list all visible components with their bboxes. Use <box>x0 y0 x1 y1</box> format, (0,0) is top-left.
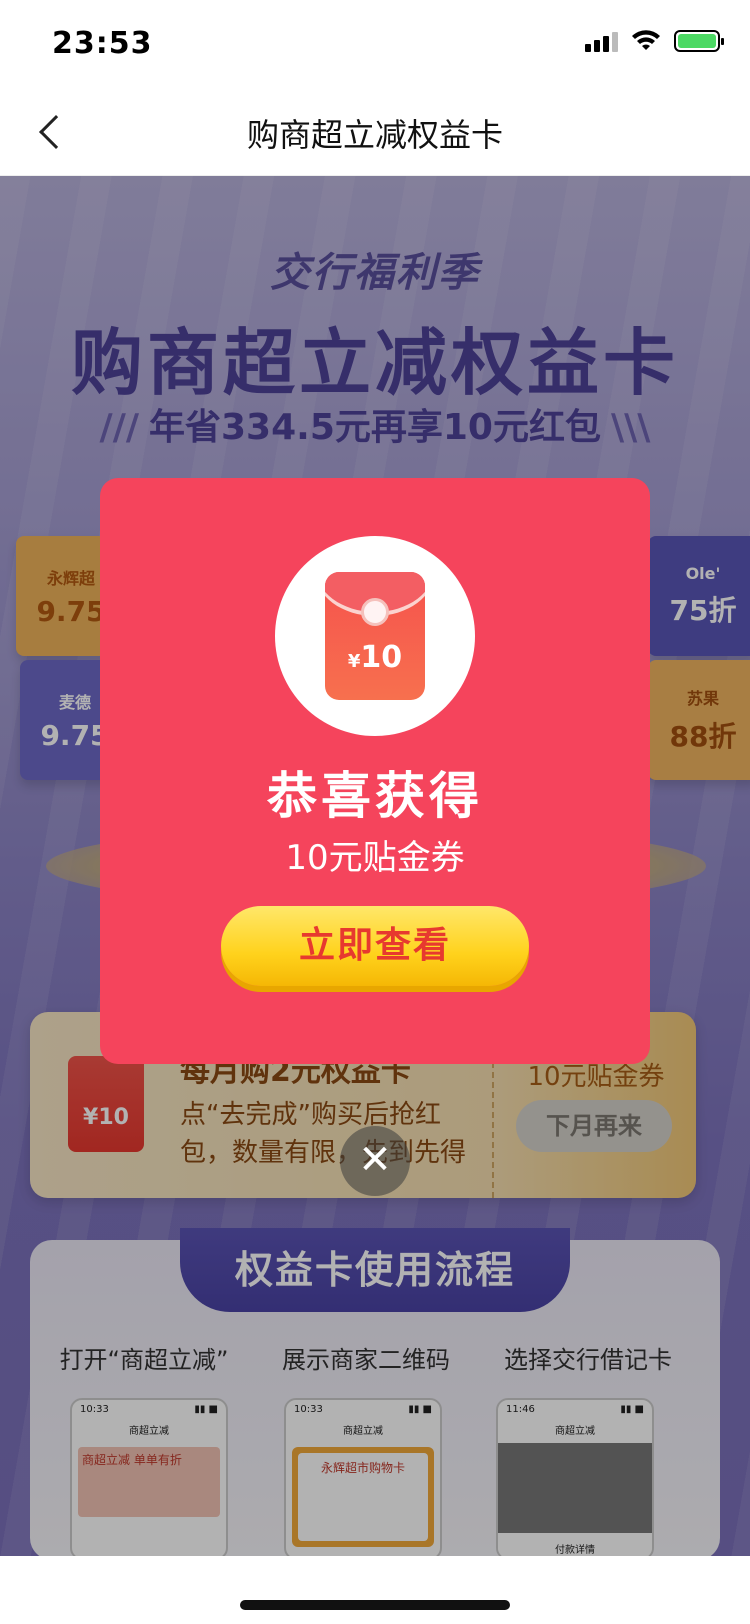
modal-title: 恭喜获得 <box>267 767 483 825</box>
red-envelope-icon: ¥10 <box>325 572 425 700</box>
close-icon[interactable]: ✕ <box>340 1126 410 1196</box>
modal-description: 10元贴金券 <box>285 838 465 878</box>
signal-icon <box>585 30 618 52</box>
status-time: 23:53 <box>52 26 153 61</box>
nav-bar: 购商超立减权益卡 <box>0 88 750 176</box>
battery-icon <box>674 30 724 52</box>
status-icons <box>585 30 724 52</box>
status-bar: 23:53 <box>0 0 750 88</box>
view-now-button[interactable]: 立即查看 <box>221 906 529 986</box>
home-area <box>0 1556 750 1624</box>
reward-icon-circle: ¥10 <box>275 536 475 736</box>
home-indicator[interactable] <box>240 1600 510 1610</box>
page-title: 购商超立减权益卡 <box>246 116 503 154</box>
reward-modal: ¥10 恭喜获得 10元贴金券 立即查看 <box>100 478 650 1064</box>
wifi-icon <box>632 30 660 50</box>
